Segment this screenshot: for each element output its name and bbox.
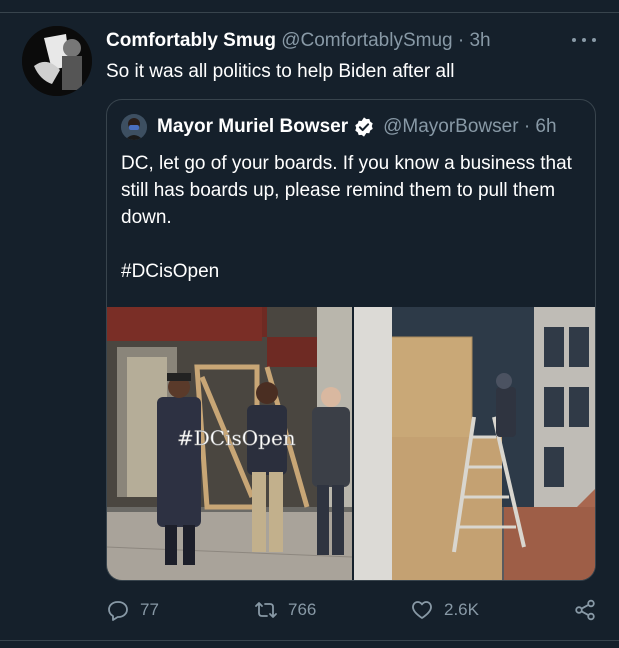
author-name[interactable]: Comfortably Smug: [106, 30, 276, 51]
quoted-header: Mayor Muriel Bowser @MayorBowser · 6h: [157, 116, 557, 138]
share-button[interactable]: [573, 598, 597, 622]
quoted-text: DC, let go of your boards. If you know a…: [121, 150, 583, 285]
reply-button[interactable]: 77: [106, 598, 159, 622]
like-button[interactable]: 2.6K: [410, 598, 479, 622]
quoted-author-name: Mayor Muriel Bowser: [157, 116, 349, 137]
bottom-divider: [0, 640, 619, 641]
quoted-photos: #DCisOpen: [107, 307, 595, 580]
share-icon: [575, 599, 595, 621]
quoted-text-body: DC, let go of your boards. If you know a…: [121, 153, 572, 228]
quoted-author-handle: @MayorBowser · 6h: [383, 116, 557, 137]
tweet-time[interactable]: 3h: [469, 30, 490, 51]
author-handle[interactable]: @ComfortablySmug: [281, 30, 452, 51]
retweet-icon: [255, 602, 277, 618]
reply-icon: [108, 601, 128, 621]
like-count: 2.6K: [444, 600, 479, 619]
retweet-button[interactable]: 766: [254, 598, 316, 622]
tweet-text: So it was all politics to help Biden aft…: [106, 61, 455, 82]
quoted-tweet[interactable]: Mayor Muriel Bowser @MayorBowser · 6h DC…: [106, 99, 596, 581]
photo-boarded-building[interactable]: [354, 307, 595, 580]
more-options-icon[interactable]: [572, 30, 596, 50]
quoted-hashtag[interactable]: #DCisOpen: [121, 258, 583, 285]
verified-badge-icon: [353, 116, 375, 138]
reply-count: 77: [140, 600, 159, 619]
heart-icon: [412, 601, 432, 619]
tweet-actions: 77 766 2.6K: [0, 598, 619, 622]
photo-sign-text: #DCisOpen: [177, 426, 296, 450]
tweet-header: Comfortably Smug @ComfortablySmug · 3h: [106, 30, 491, 52]
photo-officials-with-sign[interactable]: #DCisOpen: [107, 307, 353, 580]
retweet-count: 766: [288, 600, 317, 619]
separator-dot: ·: [457, 30, 465, 51]
quoted-author-avatar: [121, 114, 147, 140]
top-divider: [0, 12, 619, 13]
author-avatar[interactable]: [22, 26, 92, 96]
